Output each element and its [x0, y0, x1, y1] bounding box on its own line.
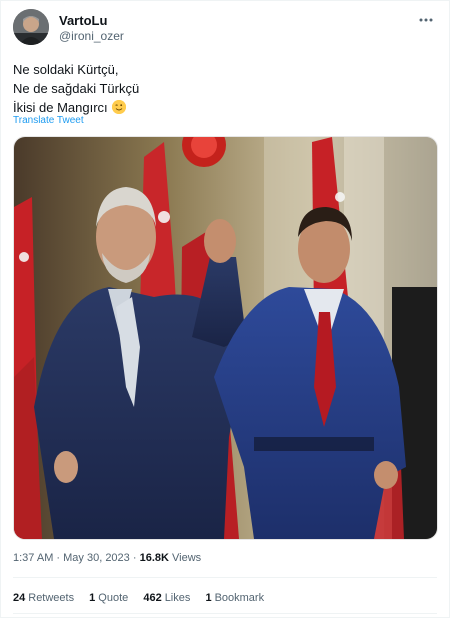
author-name[interactable]: VartoLu	[59, 13, 107, 28]
quotes-stat[interactable]: 1 Quote	[89, 592, 128, 604]
tweet-card: VartoLu @ironi_ozer Ne soldaki Kürtçü, N…	[0, 0, 450, 618]
translate-tweet-link[interactable]: Translate Tweet	[13, 115, 84, 126]
quotes-count: 1	[89, 592, 96, 604]
tweet-text-line: İkisi de Mangırcı	[13, 100, 108, 115]
likes-label: Likes	[164, 592, 191, 604]
divider	[13, 613, 437, 614]
views-label: Views	[172, 552, 202, 564]
photo-image	[14, 137, 437, 539]
tweet-text-line: Ne soldaki Kürtçü,	[13, 62, 119, 77]
meta-separator: ·	[132, 552, 137, 564]
bookmarks-count: 1	[205, 592, 212, 604]
tweet-text-line: Ne de sağdaki Türkçü	[13, 81, 140, 96]
retweets-count: 24	[13, 592, 26, 604]
tweet-text: Ne soldaki Kürtçü, Ne de sağdaki Türkçü …	[13, 60, 433, 117]
tweet-header: VartoLu @ironi_ozer	[13, 9, 437, 49]
avatar-image	[13, 9, 49, 45]
views-count: 16.8K	[139, 552, 169, 564]
tweet-stats: 24 Retweets 1 Quote 462 Likes 1 Bookmark	[13, 592, 276, 604]
winking-face-emoji-icon	[111, 100, 126, 114]
tweet-photo[interactable]	[13, 136, 438, 540]
author-handle[interactable]: @ironi_ozer	[59, 29, 124, 43]
bookmarks-stat[interactable]: 1 Bookmark	[205, 592, 264, 604]
tweet-timestamp[interactable]: 1:37 AM · May 30, 2023	[13, 552, 130, 564]
retweets-label: Retweets	[28, 592, 75, 604]
likes-stat[interactable]: 462 Likes	[143, 592, 190, 604]
more-options-icon[interactable]	[417, 11, 435, 29]
likes-count: 462	[143, 592, 162, 604]
divider	[13, 577, 437, 578]
quotes-label: Quote	[98, 592, 129, 604]
avatar[interactable]	[13, 9, 49, 45]
bookmarks-label: Bookmark	[214, 592, 265, 604]
retweets-stat[interactable]: 24 Retweets	[13, 592, 74, 604]
tweet-meta: 1:37 AM · May 30, 2023 · 16.8K Views	[13, 552, 201, 564]
